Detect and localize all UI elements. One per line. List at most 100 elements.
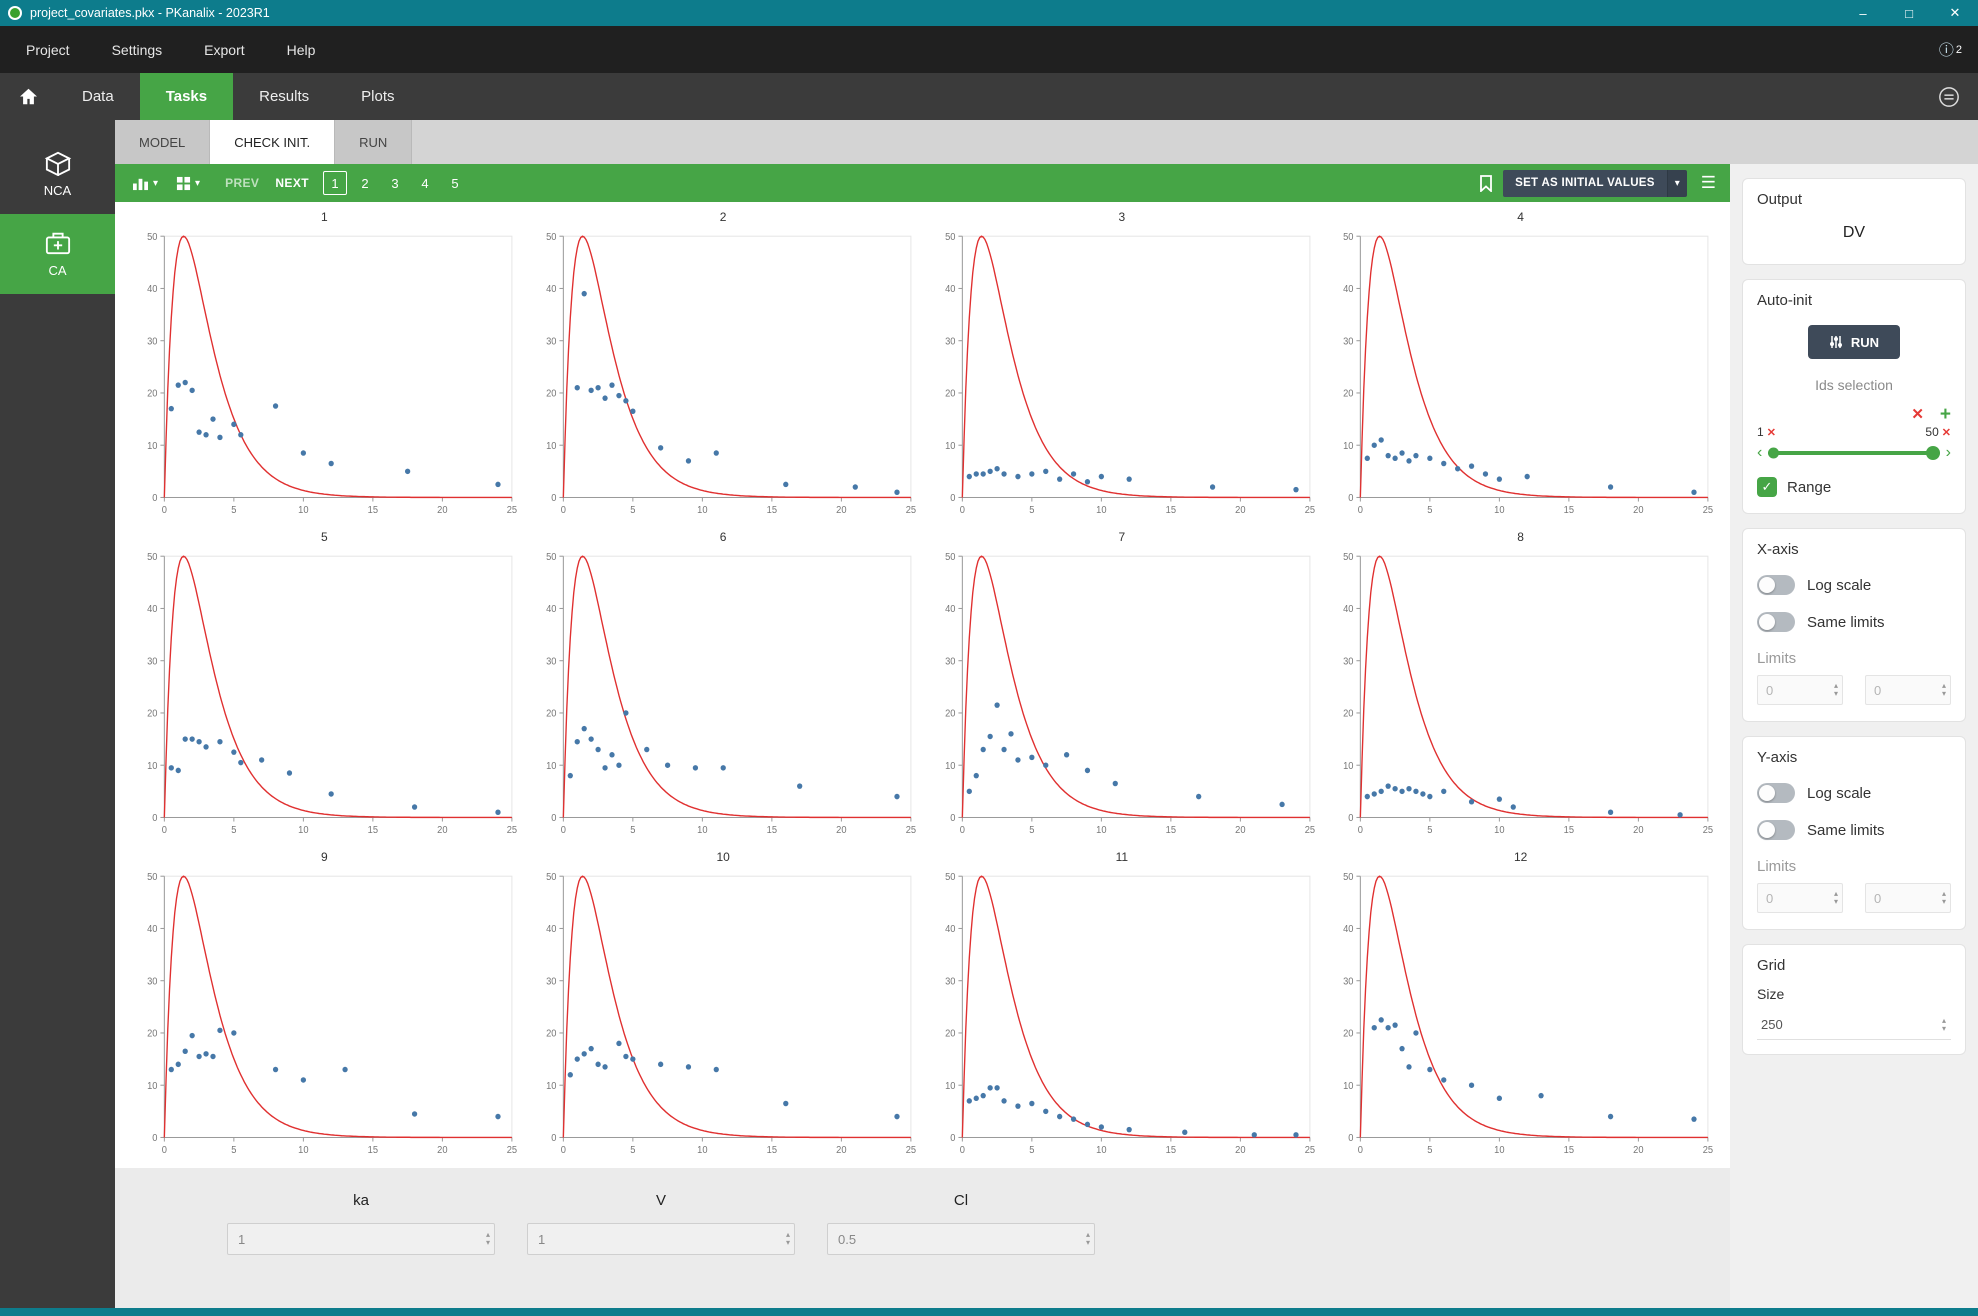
spinner-control[interactable]: ▴▾ (486, 1231, 490, 1247)
observation-point (1608, 484, 1613, 490)
plot-canvas[interactable]: 051015202501020304050 (1325, 866, 1716, 1164)
spinner-control[interactable]: ▴▾ (1834, 682, 1838, 698)
subtab-run[interactable]: RUN (335, 120, 412, 164)
set-as-initial-values-button[interactable]: SET AS INITIAL VALUES (1503, 170, 1667, 197)
subtab-check-init[interactable]: CHECK INIT. (210, 120, 335, 164)
page-button-2[interactable]: 2 (353, 171, 377, 195)
spinner-control[interactable]: ▴▾ (786, 1231, 790, 1247)
observation-point (176, 382, 181, 388)
page-button-1[interactable]: 1 (323, 171, 347, 195)
menu-settings[interactable]: Settings (91, 26, 184, 73)
window-title: project_covariates.pkx - PKanalix - 2023… (30, 6, 270, 20)
range-checkbox[interactable]: ✓ (1757, 477, 1777, 497)
plot-cell[interactable]: 7051015202501020304050 (923, 526, 1322, 846)
slider-right-chevron[interactable]: › (1946, 447, 1951, 459)
param-input-ka[interactable] (227, 1223, 495, 1255)
x-log-scale-toggle[interactable] (1757, 575, 1795, 595)
plot-canvas[interactable]: 051015202501020304050 (927, 546, 1318, 844)
remove-ids-button[interactable]: ✕ (1911, 405, 1924, 423)
home-button[interactable] (0, 73, 56, 120)
plot-canvas[interactable]: 051015202501020304050 (927, 226, 1318, 524)
observation-point (1525, 474, 1530, 480)
spinner-control[interactable]: ▴▾ (1942, 890, 1946, 906)
grid-size-input[interactable] (1757, 1010, 1951, 1040)
clear-max-button[interactable]: ✕ (1942, 426, 1951, 439)
plot-canvas[interactable]: 051015202501020304050 (1325, 546, 1716, 844)
plot-canvas[interactable]: 051015202501020304050 (129, 866, 520, 1164)
add-ids-button[interactable]: + (1940, 407, 1951, 422)
observation-point (1063, 752, 1068, 758)
y-log-scale-toggle[interactable] (1757, 783, 1795, 803)
tab-results[interactable]: Results (233, 73, 335, 120)
comments-button[interactable] (1938, 73, 1960, 120)
x-limit-max-input[interactable] (1865, 675, 1951, 705)
observation-point (987, 734, 992, 740)
spinner-control[interactable]: ▴▾ (1834, 890, 1838, 906)
menu-export[interactable]: Export (183, 26, 265, 73)
plot-cell[interactable]: 3051015202501020304050 (923, 206, 1322, 526)
maximize-button[interactable]: □ (1886, 0, 1932, 26)
prev-page-button[interactable]: PREV (225, 176, 259, 190)
spinner-down-icon: ▾ (1834, 898, 1838, 906)
spinner-control[interactable]: ▴▾ (1086, 1231, 1090, 1247)
svg-text:40: 40 (945, 924, 955, 935)
plot-type-dropdown[interactable]: ▾ (123, 164, 167, 202)
slider-left-chevron[interactable]: ‹ (1757, 447, 1762, 459)
menu-help[interactable]: Help (266, 26, 337, 73)
y-same-limits-toggle[interactable] (1757, 820, 1795, 840)
plot-cell[interactable]: 4051015202501020304050 (1321, 206, 1720, 526)
y-limit-max-input[interactable] (1865, 883, 1951, 913)
slider-handle-max[interactable] (1926, 446, 1940, 460)
bookmark-button[interactable] (1469, 175, 1503, 192)
slider-handle-min[interactable] (1768, 448, 1779, 459)
layout-dropdown[interactable]: ▾ (167, 164, 209, 202)
plot-canvas[interactable]: 051015202501020304050 (528, 546, 919, 844)
svg-text:5: 5 (1428, 1145, 1433, 1156)
tab-plots[interactable]: Plots (335, 73, 420, 120)
observation-point (602, 395, 607, 401)
plot-cell[interactable]: 6051015202501020304050 (524, 526, 923, 846)
plot-canvas[interactable]: 051015202501020304050 (129, 226, 520, 524)
menu-project[interactable]: Project (0, 26, 91, 73)
plot-cell[interactable]: 11051015202501020304050 (923, 846, 1322, 1166)
param-input-v[interactable] (527, 1223, 795, 1255)
plot-cell[interactable]: 5051015202501020304050 (125, 526, 524, 846)
notifications-button[interactable]: ⓘ 2 (1939, 39, 1962, 60)
tab-data[interactable]: Data (56, 73, 140, 120)
plot-canvas[interactable]: 051015202501020304050 (528, 226, 919, 524)
auto-init-run-button[interactable]: RUN (1808, 325, 1900, 359)
plot-cell[interactable]: 8051015202501020304050 (1321, 526, 1720, 846)
plot-cell[interactable]: 1051015202501020304050 (125, 206, 524, 526)
y-limit-min-input[interactable] (1757, 883, 1843, 913)
spinner-control[interactable]: ▴▾ (1942, 682, 1946, 698)
tab-tasks[interactable]: Tasks (140, 73, 233, 120)
next-page-button[interactable]: NEXT (275, 176, 309, 190)
plot-canvas[interactable]: 051015202501020304050 (1325, 226, 1716, 524)
param-input-cl[interactable] (827, 1223, 1095, 1255)
ids-range-slider[interactable] (1768, 451, 1939, 455)
minimize-button[interactable]: – (1840, 0, 1886, 26)
x-same-limits-toggle[interactable] (1757, 612, 1795, 632)
plot-cell[interactable]: 10051015202501020304050 (524, 846, 923, 1166)
svg-text:30: 30 (1343, 656, 1353, 667)
set-initial-dropdown[interactable]: ▾ (1667, 170, 1687, 197)
subtab-model[interactable]: MODEL (115, 120, 210, 164)
plot-menu-button[interactable]: ☰ (1687, 173, 1730, 193)
page-button-5[interactable]: 5 (443, 171, 467, 195)
observation-point (1608, 809, 1613, 815)
x-limit-min-input[interactable] (1757, 675, 1843, 705)
sidebar-item-ca[interactable]: CA (0, 214, 115, 294)
plot-cell[interactable]: 2051015202501020304050 (524, 206, 923, 526)
page-button-4[interactable]: 4 (413, 171, 437, 195)
sidebar-item-nca[interactable]: NCA (0, 134, 115, 214)
clear-min-button[interactable]: ✕ (1767, 426, 1776, 439)
plot-canvas[interactable]: 051015202501020304050 (528, 866, 919, 1164)
svg-text:20: 20 (1343, 388, 1353, 399)
spinner-control[interactable]: ▴▾ (1942, 1017, 1946, 1033)
plot-canvas[interactable]: 051015202501020304050 (129, 546, 520, 844)
close-button[interactable]: ✕ (1932, 0, 1978, 26)
plot-cell[interactable]: 12051015202501020304050 (1321, 846, 1720, 1166)
page-button-3[interactable]: 3 (383, 171, 407, 195)
plot-canvas[interactable]: 051015202501020304050 (927, 866, 1318, 1164)
plot-cell[interactable]: 9051015202501020304050 (125, 846, 524, 1166)
